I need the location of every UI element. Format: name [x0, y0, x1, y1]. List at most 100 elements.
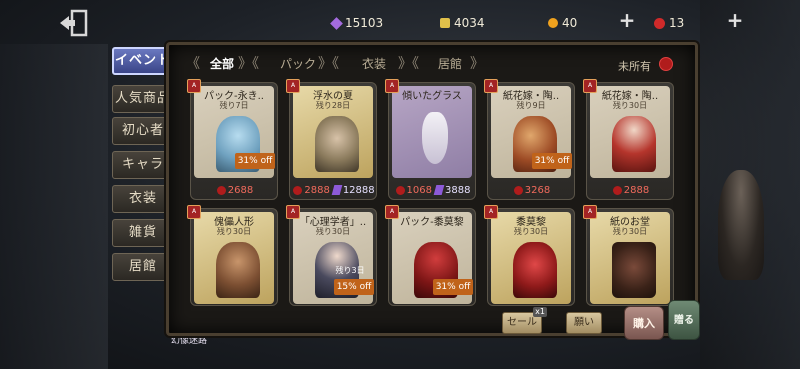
- price-purple-value: 3888: [445, 184, 471, 196]
- tab-bracket-icon: 》《: [318, 56, 339, 72]
- price-red: 2888: [612, 184, 650, 196]
- tab-bracket-icon: 》《: [238, 56, 259, 72]
- sidebar-item-character[interactable]: キャラ: [112, 151, 174, 179]
- add-echo-button[interactable]: +: [618, 10, 636, 30]
- tab-bracket-icon: 《: [186, 56, 200, 72]
- discount-badge: 15% off: [334, 279, 374, 295]
- puppet-figure-image: [216, 242, 260, 298]
- sidebar-item-residence[interactable]: 居館: [112, 253, 174, 281]
- discount-badge: 31% off: [433, 279, 473, 295]
- currency-value: 15103: [345, 16, 384, 30]
- tab-bracket-icon: 》《: [398, 56, 419, 72]
- shop-tabs: 《 全部 》《 パック 》《 衣装 》《 居館 》: [186, 53, 686, 75]
- red-coin-icon: [513, 185, 523, 195]
- purple-crystal-icon: [331, 185, 343, 195]
- shop-card[interactable]: A 黍莫黎 残り30日: [484, 205, 575, 306]
- sidebar-item-beginner[interactable]: 初心者: [112, 117, 174, 145]
- card-remaining-time: 残り30日: [216, 227, 252, 236]
- sale-button-label: セール: [507, 317, 537, 328]
- top-bar: 15103 4034 40 + 13 +: [0, 0, 800, 44]
- currency-echo: 40: [548, 14, 577, 32]
- discount-badge: 31% off: [235, 153, 275, 169]
- card-remaining-time: 残り30日: [612, 227, 648, 236]
- price-red-value: 2888: [623, 184, 650, 196]
- shop-card[interactable]: A パック-黍莫黎 31% off: [385, 205, 476, 306]
- background-doll: [718, 170, 764, 280]
- card-prices: 3268: [488, 183, 576, 197]
- card-name: パック-黍莫黎: [400, 217, 464, 228]
- card-sale-remaining: 残り3日: [335, 266, 365, 275]
- tab-residence[interactable]: 居館: [438, 53, 462, 75]
- price-red: 1068: [395, 184, 432, 196]
- shop-card[interactable]: A 紙のお堂 残り30日: [583, 205, 674, 306]
- card-prices: 2888 12888: [290, 183, 378, 197]
- exit-door-icon: [60, 9, 88, 37]
- tab-costume[interactable]: 衣装: [362, 53, 386, 75]
- shop-card[interactable]: A 「心理学者」.. 残り30日 15% off 残り3日: [286, 205, 377, 306]
- card-remaining-time: 残り30日: [612, 101, 648, 110]
- shop-card[interactable]: A 紙花嫁・陶.. 残り9日 31% off 3268: [484, 79, 576, 200]
- gift-button[interactable]: 贈る: [668, 300, 700, 340]
- card-prices: 2688: [191, 183, 279, 197]
- sidebar-item-popular[interactable]: 人気商品: [112, 85, 174, 113]
- red-coin-icon: [216, 185, 226, 195]
- card-prices: 2888: [587, 183, 675, 197]
- price-red-value: 2888: [304, 184, 330, 196]
- shop-card[interactable]: A 傀儡人形 残り30日: [187, 205, 278, 306]
- echo-coin-icon: [548, 18, 558, 28]
- purple-crystal-icon: [433, 185, 445, 195]
- shop-card[interactable]: A パック-永き.. 残り7日 31% off 2688: [187, 79, 279, 200]
- price-red-value: 2688: [227, 184, 254, 196]
- purchase-button[interactable]: 購入: [624, 306, 664, 340]
- shop-card[interactable]: A 傾いたグラス 1068 3888: [385, 79, 477, 200]
- costume-figure-image: [513, 242, 557, 298]
- red-coin-icon: [293, 185, 303, 195]
- tab-bracket-icon: 》: [470, 56, 484, 72]
- sidebar-item-event[interactable]: イベント: [112, 47, 174, 75]
- currency-value: 4034: [454, 16, 485, 30]
- shop-card[interactable]: A 紙花嫁・陶.. 残り30日 2888: [583, 79, 675, 200]
- shop-card[interactable]: A 浮水の夏 残り28日 2888 12888: [286, 79, 378, 200]
- card-remaining-time: 残り30日: [315, 227, 351, 236]
- card-name: 傾いたグラス: [402, 91, 462, 102]
- puzzle-piece-icon: [440, 18, 450, 28]
- sidebar-item-costume[interactable]: 衣装: [112, 185, 174, 213]
- card-prices: 1068 3888: [389, 183, 477, 197]
- add-inspiration-button[interactable]: +: [726, 10, 744, 30]
- sidebar-item-goods[interactable]: 雑貨: [112, 219, 174, 247]
- price-red-value: 3268: [524, 184, 551, 196]
- currency-inspiration: 13: [654, 14, 684, 32]
- shrine-image: [612, 242, 656, 298]
- tab-all[interactable]: 全部: [210, 53, 234, 75]
- card-remaining-time: 残り7日: [219, 101, 249, 110]
- currency-fragment: 4034: [440, 14, 485, 32]
- price-red: 3268: [513, 184, 551, 196]
- red-coin-icon: [654, 17, 665, 29]
- price-red: 2888: [293, 184, 330, 196]
- sale-count-badge: x1: [533, 307, 547, 317]
- discount-badge: 31% off: [532, 153, 572, 169]
- background-left-decor: [0, 44, 108, 369]
- price-purple-value: 12888: [342, 184, 375, 196]
- currency-value: 13: [669, 16, 685, 30]
- price-purple: 3888: [433, 184, 471, 196]
- currency-value: 40: [562, 16, 578, 30]
- red-coin-icon: [395, 185, 405, 195]
- unowned-filter-toggle[interactable]: [659, 57, 673, 71]
- costume-figure-image: [612, 116, 656, 172]
- costume-figure-image: [315, 116, 359, 172]
- currency-clue-crystal: 15103: [330, 14, 384, 32]
- card-remaining-time: 残り9日: [516, 101, 546, 110]
- card-remaining-time: 残り30日: [513, 227, 549, 236]
- unowned-filter-label[interactable]: 未所有: [618, 58, 651, 74]
- card-remaining-time: 残り28日: [315, 101, 351, 110]
- price-red: 2688: [216, 184, 254, 196]
- sale-button[interactable]: セール x1: [502, 307, 547, 334]
- wish-button[interactable]: 願い: [566, 312, 602, 334]
- price-purple: 12888: [331, 184, 375, 196]
- purple-crystal-icon: [330, 16, 343, 30]
- red-coin-icon: [612, 185, 622, 195]
- tab-pack[interactable]: パック: [280, 53, 316, 75]
- exit-button[interactable]: [58, 8, 92, 38]
- price-red-value: 1068: [406, 184, 432, 196]
